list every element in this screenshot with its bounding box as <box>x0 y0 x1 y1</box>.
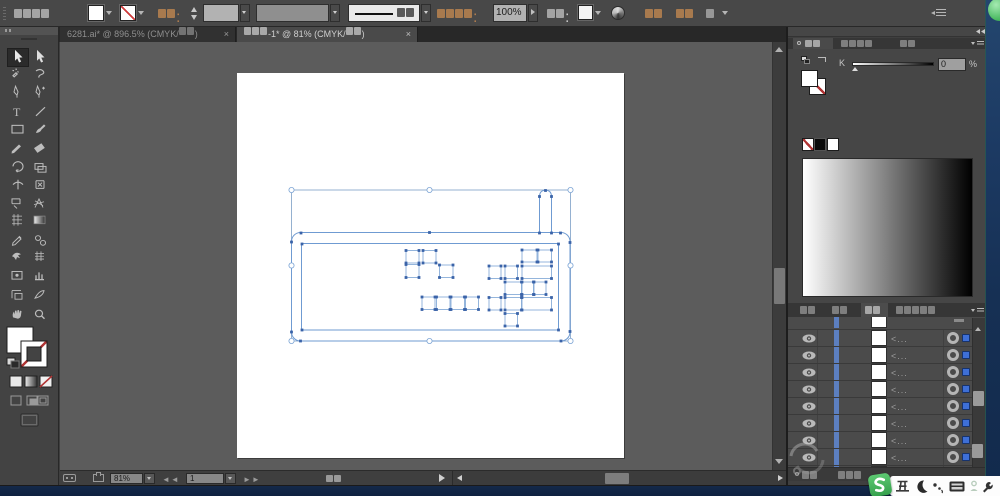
svg-text:T: T <box>13 106 20 119</box>
